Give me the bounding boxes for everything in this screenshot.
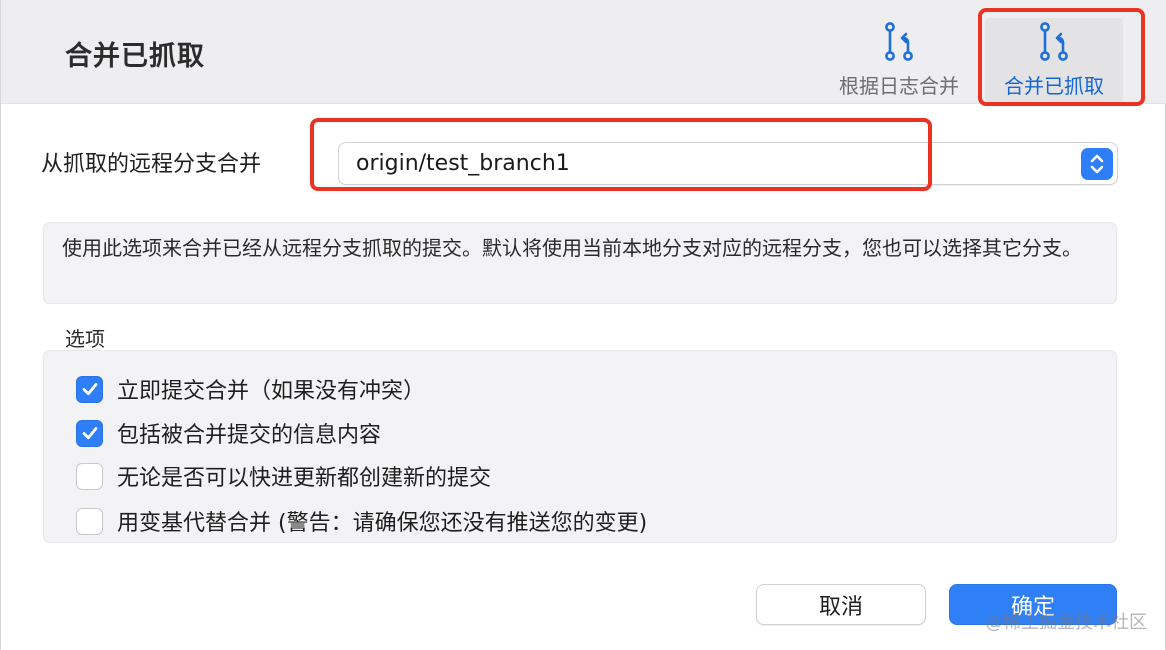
dialog-toolbar: 合并已抓取 根据日志合并 合并已抓取	[1, 0, 1166, 104]
option-include-messages[interactable]: 包括被合并提交的信息内容	[76, 418, 381, 448]
option-label: 立即提交合并（如果没有冲突）	[117, 379, 426, 404]
merge-from-log-button[interactable]: 根据日志合并	[831, 18, 967, 102]
checkbox[interactable]	[76, 375, 103, 403]
checkbox[interactable]	[76, 462, 103, 490]
remote-branch-label: 从抓取的远程分支合并	[41, 152, 262, 177]
option-label: 包括被合并提交的信息内容	[117, 423, 382, 448]
options-title: 选项	[65, 327, 105, 351]
chevron-up-down-icon	[1090, 154, 1104, 174]
watermark: @稀土掘金技术社区	[985, 612, 1147, 633]
merge-fetched-label: 合并已抓取	[1004, 74, 1104, 98]
option-label: 用变基代替合并 (警告：请确保您还没有推送您的变更)	[117, 511, 648, 536]
dialog-title: 合并已抓取	[65, 41, 205, 72]
option-rebase-instead[interactable]: 用变基代替合并 (警告：请确保您还没有推送您的变更)	[76, 506, 647, 536]
option-no-fast-forward[interactable]: 无论是否可以快进更新都创建新的提交	[76, 461, 491, 491]
checkbox[interactable]	[76, 419, 103, 447]
git-merge-icon	[1040, 22, 1068, 61]
option-commit-immediately[interactable]: 立即提交合并（如果没有冲突）	[76, 374, 425, 404]
checkbox[interactable]	[76, 507, 103, 535]
cancel-button[interactable]: 取消	[756, 584, 926, 625]
remote-branch-value: origin/test_branch1	[356, 151, 570, 176]
select-stepper[interactable]	[1081, 148, 1113, 180]
option-label: 无论是否可以快进更新都创建新的提交	[117, 466, 492, 491]
checkmark-icon	[82, 383, 97, 396]
info-text: 使用此选项来合并已经从远程分支抓取的提交。默认将使用当前本地分支对应的远程分支，…	[43, 222, 1117, 304]
git-merge-icon	[885, 22, 913, 61]
merge-fetched-button[interactable]: 合并已抓取	[985, 18, 1123, 102]
merge-fetched-dialog: 合并已抓取 根据日志合并 合并已抓取 从抓取的远程分支合并 origin/tes…	[0, 0, 1166, 650]
merge-from-log-label: 根据日志合并	[839, 74, 959, 98]
options-panel: 立即提交合并（如果没有冲突） 包括被合并提交的信息内容 无论是否可以快进更新都创…	[43, 350, 1117, 543]
remote-branch-select[interactable]: origin/test_branch1	[338, 142, 1118, 185]
checkmark-icon	[82, 427, 97, 440]
